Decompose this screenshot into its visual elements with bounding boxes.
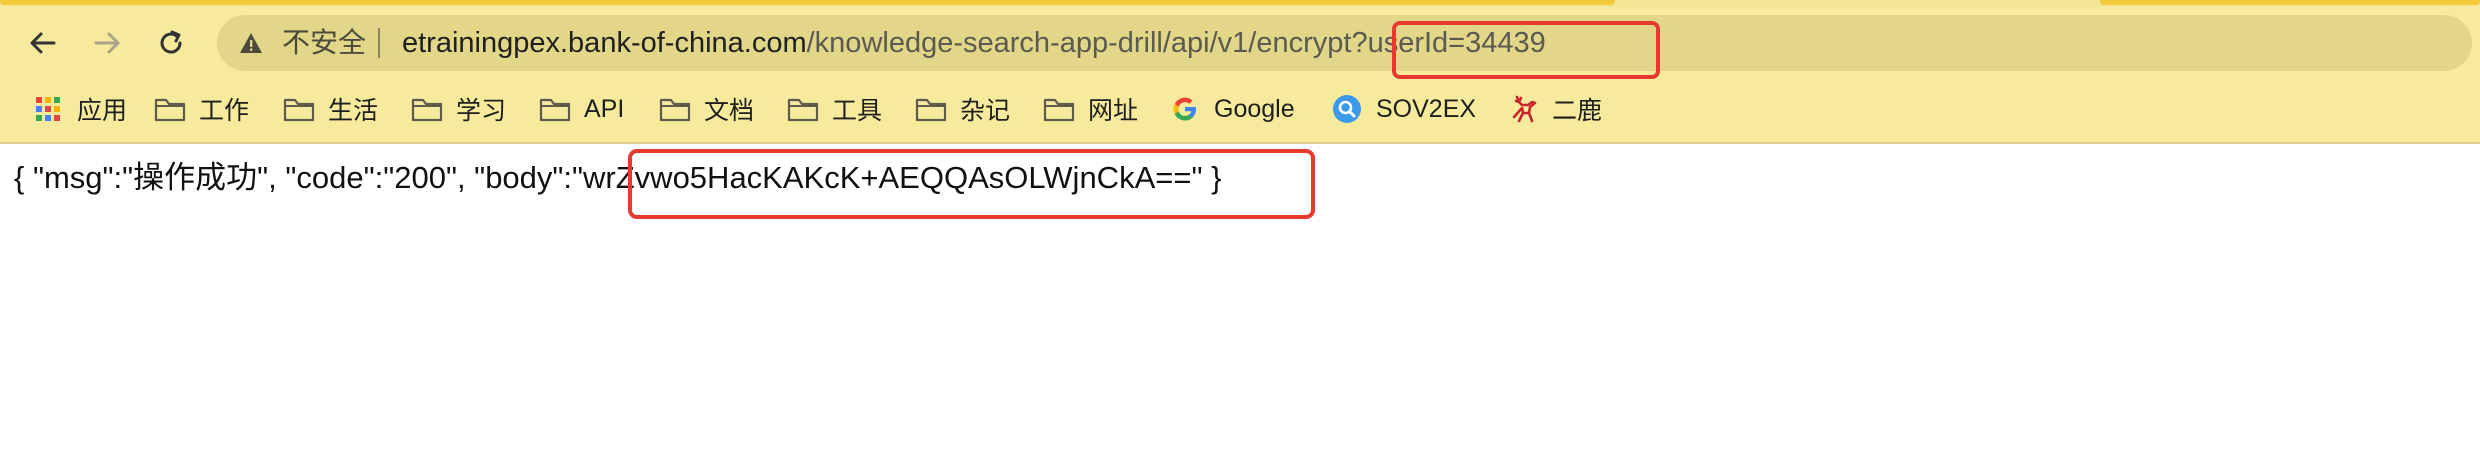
bookmark-folder-tools[interactable]: 工具 bbox=[786, 91, 882, 127]
bookmark-label: 生活 bbox=[328, 97, 379, 125]
back-button[interactable] bbox=[21, 21, 65, 65]
folder-icon bbox=[153, 94, 187, 124]
folder-icon bbox=[786, 94, 820, 124]
bookmark-label: 杂记 bbox=[960, 97, 1011, 125]
bookmark-label: Google bbox=[1214, 94, 1295, 123]
back-arrow-icon bbox=[30, 32, 56, 54]
bookmark-label: 文档 bbox=[704, 97, 755, 125]
browser-toolbar: 不安全 etrainingpex.bank-of-china.com/knowl… bbox=[0, 7, 2480, 79]
not-secure-label[interactable]: 不安全 bbox=[282, 27, 366, 59]
folder-icon bbox=[538, 94, 572, 124]
reload-icon bbox=[160, 30, 182, 54]
bookmark-folder-study[interactable]: 学习 bbox=[410, 91, 506, 127]
bookmark-folder-work[interactable]: 工作 bbox=[153, 91, 249, 127]
bookmark-sov2ex[interactable]: SOV2EX bbox=[1330, 91, 1476, 127]
bookmark-erlu[interactable]: 二鹿 bbox=[1506, 91, 1602, 127]
folder-icon bbox=[914, 94, 948, 124]
bookmark-apps[interactable]: 应用 bbox=[31, 91, 127, 127]
warning-icon[interactable] bbox=[239, 31, 263, 55]
deer-icon bbox=[1506, 94, 1540, 124]
url-host: etrainingpex.bank-of-china.com bbox=[402, 27, 807, 59]
bookmark-label: API bbox=[584, 94, 625, 123]
active-tab-edge[interactable] bbox=[0, 0, 1615, 5]
bookmark-folder-urls[interactable]: 网址 bbox=[1042, 91, 1138, 127]
apps-grid-icon bbox=[31, 94, 65, 124]
body-value-highlight bbox=[628, 149, 1315, 219]
bookmark-label: SOV2EX bbox=[1376, 94, 1477, 123]
url-path: /knowledge-search-app-drill/api/v1/encry… bbox=[806, 27, 1352, 59]
bookmark-folder-life[interactable]: 生活 bbox=[282, 91, 378, 127]
folder-icon bbox=[1042, 94, 1076, 124]
bookmarks-bar: 应用 工作 生活 学习 API 文档 工具 杂记 网址 Google SOV2E… bbox=[0, 79, 2480, 144]
tab-strip bbox=[0, 0, 2480, 7]
url-query-highlight bbox=[1392, 21, 1660, 79]
bookmark-google[interactable]: Google bbox=[1168, 91, 1295, 127]
bookmark-folder-notes[interactable]: 杂记 bbox=[914, 91, 1010, 127]
tab-edge[interactable] bbox=[2100, 0, 2480, 5]
reload-button[interactable] bbox=[149, 21, 193, 65]
response-prefix: { "msg":"操作成功", "code":"200", "body": bbox=[14, 160, 573, 195]
folder-icon bbox=[658, 94, 692, 124]
search-circle-icon bbox=[1330, 94, 1364, 124]
bookmark-folder-api[interactable]: API bbox=[538, 91, 624, 127]
bookmark-label: 学习 bbox=[456, 97, 507, 125]
address-bar[interactable]: 不安全 etrainingpex.bank-of-china.com/knowl… bbox=[217, 15, 2472, 71]
google-icon bbox=[1168, 94, 1202, 124]
bookmark-label: 二鹿 bbox=[1552, 97, 1603, 125]
forward-arrow-icon bbox=[94, 32, 120, 54]
folder-icon bbox=[282, 94, 316, 124]
bookmark-label: 工作 bbox=[199, 97, 250, 125]
url-text[interactable]: etrainingpex.bank-of-china.com/knowledge… bbox=[402, 26, 1546, 60]
bookmark-label: 网址 bbox=[1088, 97, 1139, 125]
bookmark-label: 应用 bbox=[77, 97, 128, 125]
address-separator bbox=[378, 28, 380, 58]
forward-button[interactable] bbox=[85, 21, 129, 65]
folder-icon bbox=[410, 94, 444, 124]
bookmark-folder-docs[interactable]: 文档 bbox=[658, 91, 754, 127]
bookmark-label: 工具 bbox=[832, 97, 883, 125]
